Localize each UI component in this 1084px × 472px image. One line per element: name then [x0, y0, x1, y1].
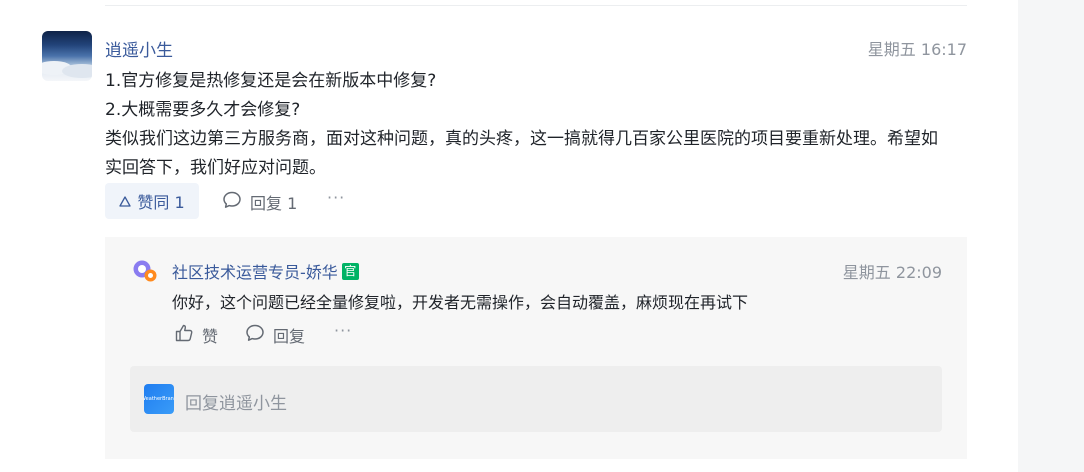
- reply-avatar[interactable]: [132, 258, 158, 284]
- comment-icon: [245, 323, 265, 347]
- comment-icon: [222, 190, 242, 214]
- like-button[interactable]: 赞同 1: [105, 183, 199, 219]
- reply-reply-button[interactable]: 回复: [245, 323, 305, 347]
- reply-like-button[interactable]: 赞: [174, 323, 218, 347]
- right-side-panel: [1018, 0, 1084, 472]
- reply-like-label: 赞: [202, 327, 219, 346]
- official-badge: 官: [341, 262, 359, 280]
- more-options-button[interactable]: ···: [327, 188, 345, 207]
- reply-author[interactable]: 社区技术运营专员-娇华 官: [172, 259, 359, 283]
- reply-body: 你好，这个问题已经全量修复啦，开发者无需操作，会自动覆盖，麻烦现在再试下: [172, 293, 749, 312]
- reply-label: 回复 1: [250, 194, 298, 213]
- comment-line-3: 类似我们这边第三方服务商，面对这种问题，真的头疼，这一搞就得几百家公里医院的项目…: [105, 129, 938, 149]
- comment-author[interactable]: 逍遥小生: [105, 36, 173, 61]
- reply-button[interactable]: 回复 1: [222, 190, 297, 214]
- comment-time: 星期五 16:17: [867, 40, 967, 59]
- reply-more-options-button[interactable]: ···: [334, 321, 352, 340]
- current-user-avatar: WeatherBrand: [144, 384, 174, 414]
- reply-reply-label: 回复: [273, 327, 306, 346]
- reply-input[interactable]: WeatherBrand 回复逍遥小生: [130, 366, 942, 432]
- upvote-icon: [119, 192, 132, 211]
- reply-input-placeholder: 回复逍遥小生: [185, 394, 287, 414]
- like-label: 赞同 1: [137, 193, 185, 212]
- reply-time: 星期五 22:09: [842, 263, 942, 282]
- comment-line-2: 2.大概需要多久才会修复?: [105, 100, 301, 120]
- thumbs-up-icon: [174, 323, 194, 347]
- comment-line-1: 1.官方修复是热修复还是会在新版本中修复?: [105, 71, 437, 91]
- comment-line-4: 实回答下，我们好应对问题。: [105, 158, 326, 178]
- cloud-decoration: [62, 64, 92, 78]
- divider: [105, 5, 967, 6]
- avatar[interactable]: [42, 31, 92, 81]
- reply-author-name: 社区技术运营专员-娇华: [172, 263, 338, 282]
